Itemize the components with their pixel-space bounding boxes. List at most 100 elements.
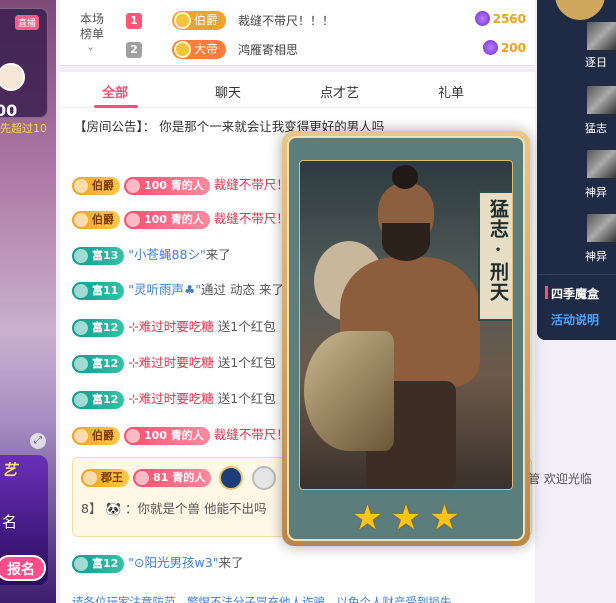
chat-user[interactable]: "小苍蝇88シ" <box>128 247 205 262</box>
rank-avatar[interactable] <box>587 150 616 178</box>
live-tag: 直播 <box>15 15 40 30</box>
rank-panel: 本场 榜单 ⌄ 1 伯爵 裁缝不带尺！！！ 2560 2 大帝 鸿雁寄相思 20… <box>60 0 535 66</box>
gem-icon <box>482 40 498 55</box>
rank-name: 神异 <box>585 186 607 199</box>
wealth-badge: 富12 <box>72 390 125 409</box>
chat-message[interactable]: 富12 ⊹难过时要吃糖 送1个红包 <box>72 316 276 338</box>
noble-badge: 伯爵 <box>72 176 120 195</box>
rank-score: 2560 <box>474 11 526 26</box>
wealth-badge: 富13 <box>72 246 125 265</box>
hero-card[interactable]: 猛志·刑天 ★ ★ ★ <box>282 131 530 546</box>
tab-all[interactable]: 全部 <box>102 82 128 101</box>
rank-avatar[interactable] <box>587 22 616 50</box>
rank-avatar[interactable] <box>587 214 616 242</box>
avatar[interactable] <box>555 0 605 20</box>
chat-message[interactable]: 伯爵 100 青的人 裁缝不带尺！ <box>72 208 289 230</box>
rank-user-name: 鸿雁寄相思 <box>238 43 299 57</box>
hero-card-frame: 猛志·刑天 ★ ★ ★ <box>287 136 525 541</box>
chat-message[interactable]: 富12 ⊹难过时要吃糖 送1个红包 <box>72 352 276 374</box>
star-icon: ★ <box>429 498 460 538</box>
star-icon: ★ <box>352 498 383 538</box>
chat-user[interactable]: 裁缝不带尺！ <box>214 177 289 192</box>
anchor-card[interactable]: 直播 00 <box>0 8 48 120</box>
rank-number: 1 <box>126 13 142 29</box>
event-title: 四季魔盒 <box>551 287 600 301</box>
rank-score: 200 <box>482 40 526 55</box>
crown-icon <box>174 41 191 58</box>
rank-label[interactable]: 本场 榜单 <box>78 12 106 42</box>
chat-user[interactable]: ⊹难过时要吃糖 <box>128 391 213 406</box>
chat-user[interactable]: ⊹难过时要吃糖 <box>128 319 213 334</box>
chat-message[interactable]: 伯爵 100 青的人 裁缝不带尺！ <box>72 174 289 196</box>
message-prefix: 8】 <box>81 501 102 516</box>
right-rank-column: 逐日 猛志 神异 神异 四季魔盒 活动说明 <box>537 0 616 340</box>
medal-icon <box>219 466 244 490</box>
hero-title: 猛志·刑天 <box>487 199 509 302</box>
panda-icon: 🐼 <box>105 501 122 516</box>
banner-title: 艺 <box>2 461 18 479</box>
over-text: 先超过10 <box>0 122 47 135</box>
chat-user[interactable]: ⊹难过时要吃糖 <box>128 355 213 370</box>
gem-icon <box>474 11 490 26</box>
tab-chat[interactable]: 聊天 <box>215 82 241 101</box>
wealth-badge: 富11 <box>72 281 125 300</box>
chat-message[interactable]: 富12 "⊙阳光男孩w3"来了 <box>72 552 243 574</box>
chat-message[interactable]: 富13 "小苍蝇88シ"来了 <box>72 244 231 266</box>
avatar[interactable] <box>0 63 25 91</box>
chat-text: ：你就是个兽 他能不出吗 <box>125 501 267 516</box>
rank-avatar[interactable] <box>587 86 616 114</box>
hero-rating: ★ ★ ★ <box>289 498 523 538</box>
left-decor-panel: 直播 00 先超过10 ⤢ 艺 名 报名 <box>0 0 56 603</box>
talent-banner[interactable]: 艺 名 报名 <box>0 455 48 585</box>
safety-tip: 请各位玩家注意防范，警惕不法分子冒充他人诈骗，以免个人财产受到损失 <box>72 595 452 603</box>
anchor-count: 00 <box>0 101 18 120</box>
chat-text: 送1个红包 <box>213 319 276 334</box>
event-info-link[interactable]: 活动说明 <box>551 311 599 328</box>
rank-row[interactable]: 2 大帝 鸿雁寄相思 200 <box>126 39 526 61</box>
chat-text: 送1个红包 <box>213 355 276 370</box>
chat-message[interactable]: 富12 ⊹难过时要吃糖 送1个红包 <box>72 388 276 410</box>
rank-number: 2 <box>126 42 142 58</box>
wealth-badge: 富12 <box>72 554 125 573</box>
ring-icon <box>251 466 276 490</box>
chat-user[interactable]: 裁缝不带尺！ <box>214 211 289 226</box>
tab-gifts[interactable]: 礼单 <box>438 82 464 101</box>
wealth-badge: 富12 <box>72 318 125 337</box>
rank-name: 神异 <box>585 250 607 263</box>
rank-name: 猛志 <box>585 122 607 135</box>
fan-badge: 100 青的人 <box>123 210 210 229</box>
rank-user-name: 裁缝不带尺！！！ <box>238 14 335 28</box>
chat-tabs: 全部 聊天 点才艺 礼单 <box>60 72 535 108</box>
chat-text: 送1个红包 <box>213 391 276 406</box>
hero-title-plaque: 猛志·刑天 <box>478 191 512 321</box>
crown-icon <box>174 12 191 29</box>
chat-text: 来了 <box>218 555 244 570</box>
hero-beard <box>382 223 430 261</box>
expand-icon[interactable]: ⤢ <box>30 433 46 449</box>
welcome-text: 管 欢迎光临 <box>528 472 592 486</box>
tab-underline <box>94 105 138 108</box>
rank-row[interactable]: 1 伯爵 裁缝不带尺！！！ 2560 <box>126 10 526 32</box>
chat-user[interactable]: "灵听雨声♣" <box>128 282 201 297</box>
tab-talent[interactable]: 点才艺 <box>320 82 359 101</box>
chat-user[interactable]: "⊙阳光男孩w3" <box>128 555 218 570</box>
noble-badge: 伯爵 <box>172 11 227 30</box>
hero-hair <box>392 165 418 189</box>
noble-badge: 伯爵 <box>72 210 120 229</box>
noble-badge: 伯爵 <box>72 426 120 445</box>
divider <box>537 274 616 275</box>
chat-text: 来了 <box>205 247 231 262</box>
event-marker <box>545 286 548 299</box>
fan-badge: 100 青的人 <box>123 176 210 195</box>
chat-user[interactable]: 裁缝不带尺！ <box>214 427 289 442</box>
rank-name: 逐日 <box>585 56 607 69</box>
wealth-badge: 富12 <box>72 354 125 373</box>
chat-text: 通过 动态 来了 <box>201 282 284 297</box>
noble-badge: 大帝 <box>172 40 227 59</box>
signup-button[interactable]: 报名 <box>0 555 46 581</box>
chat-message[interactable]: 富11 "灵听雨声♣"通过 动态 来了 <box>72 279 284 301</box>
chevron-down-icon[interactable]: ⌄ <box>86 40 95 53</box>
hero-portrait: 猛志·刑天 <box>299 160 513 490</box>
chat-message[interactable]: 伯爵 100 青的人 裁缝不带尺！ <box>72 424 289 446</box>
signup-label: 名 <box>2 513 18 531</box>
